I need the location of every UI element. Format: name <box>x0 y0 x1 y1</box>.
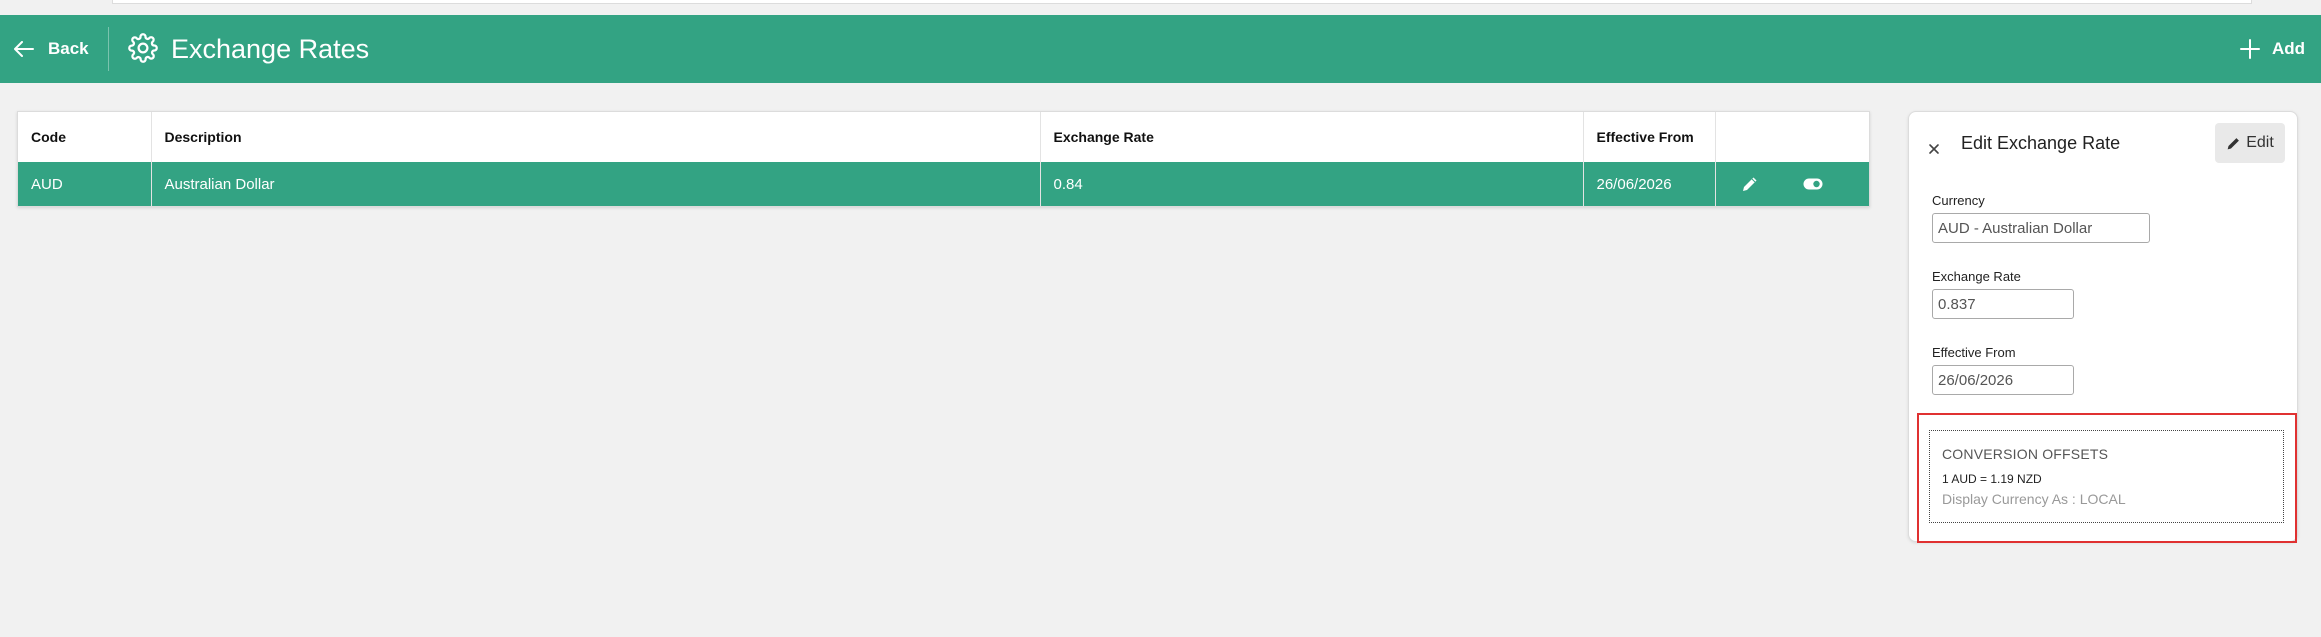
edit-button[interactable]: Edit <box>2215 123 2285 163</box>
currency-label: Currency <box>1932 193 1985 208</box>
toggle-icon <box>1803 178 1822 190</box>
cell-effective-from: 26/06/2026 <box>1583 162 1716 206</box>
toggle-active-button[interactable] <box>1803 178 1823 190</box>
cell-description: Australian Dollar <box>151 162 1041 206</box>
header-divider <box>108 27 109 71</box>
pencil-icon <box>2227 137 2240 149</box>
pencil-icon <box>1742 177 1756 191</box>
display-currency-line: Display Currency As : LOCAL <box>1942 491 2126 507</box>
effective-from-label: Effective From <box>1932 345 2016 360</box>
add-label: Add <box>2271 39 2305 58</box>
back-label: Back <box>48 39 89 58</box>
column-header-exchange-rate[interactable]: Exchange Rate <box>1040 112 1584 162</box>
close-icon[interactable] <box>1927 142 1941 156</box>
edit-button-label: Edit <box>2246 134 2274 151</box>
column-header-actions <box>1715 112 1869 162</box>
conversion-offsets-title: CONVERSION OFFSETS <box>1942 446 2109 462</box>
add-button[interactable]: Add <box>2239 15 2305 83</box>
cell-exchange-rate: 0.84 <box>1040 162 1584 206</box>
cell-actions <box>1715 162 1869 206</box>
top-strip <box>112 0 2252 4</box>
exchange-rate-field[interactable] <box>1932 289 2074 319</box>
conversion-rate-line: 1 AUD = 1.19 NZD <box>1942 472 2042 486</box>
edit-row-button[interactable] <box>1741 175 1759 193</box>
arrow-left-icon <box>14 41 34 57</box>
back-button[interactable]: Back <box>14 15 89 83</box>
cell-code: AUD <box>18 162 152 206</box>
page-header: Back Exchange Rates Add <box>0 15 2321 83</box>
column-header-description[interactable]: Description <box>151 112 1041 162</box>
effective-from-field[interactable] <box>1932 365 2074 395</box>
table-row[interactable]: AUD Australian Dollar 0.84 26/06/2026 <box>18 162 1869 206</box>
conversion-offsets-box: CONVERSION OFFSETS 1 AUD = 1.19 NZD Disp… <box>1929 430 2284 523</box>
panel-title: Edit Exchange Rate <box>1961 133 2121 153</box>
currency-field[interactable] <box>1932 213 2150 243</box>
table-header-row: Code Description Exchange Rate Effective… <box>18 112 1869 162</box>
gear-icon <box>128 33 158 63</box>
page-title: Exchange Rates <box>171 34 370 64</box>
exchange-rates-table: Code Description Exchange Rate Effective… <box>17 111 1870 207</box>
column-header-effective-from[interactable]: Effective From <box>1583 112 1716 162</box>
column-header-code[interactable]: Code <box>18 112 152 162</box>
exchange-rate-label: Exchange Rate <box>1932 269 2021 284</box>
plus-icon <box>2239 39 2260 59</box>
